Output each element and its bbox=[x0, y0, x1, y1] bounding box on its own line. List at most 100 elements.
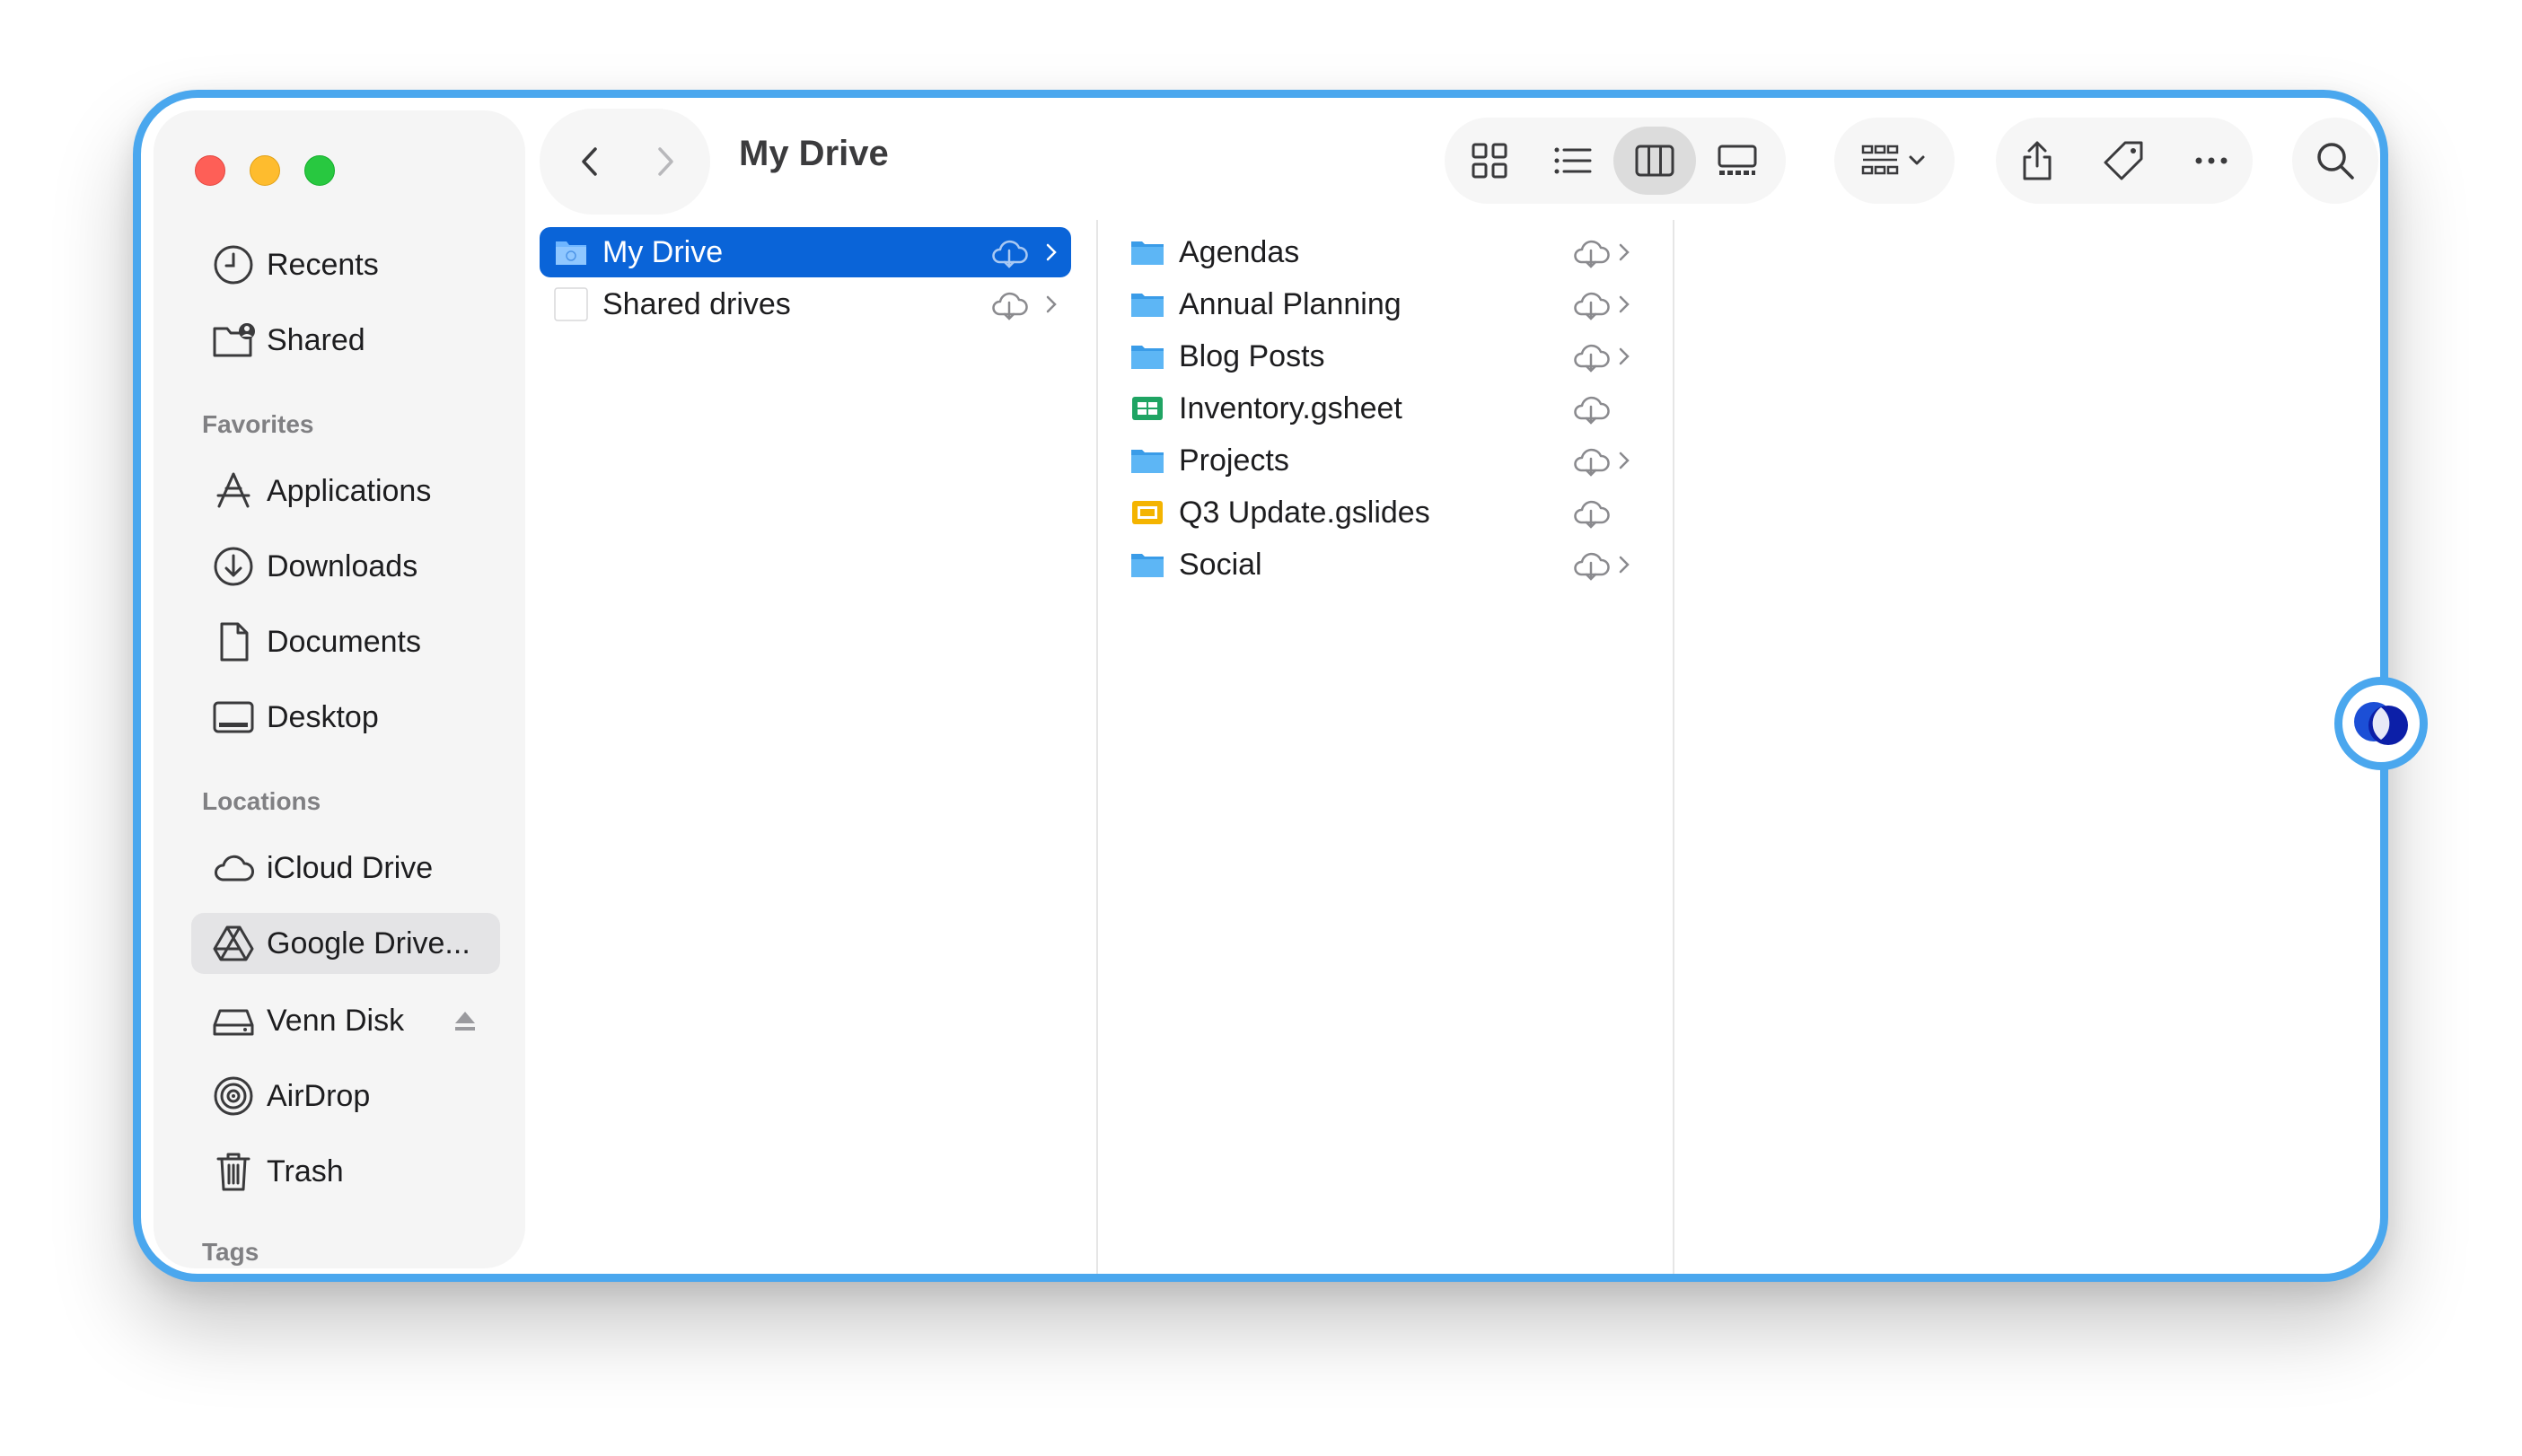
chevron-right-icon bbox=[1615, 291, 1633, 318]
list-item-label: Shared drives bbox=[602, 286, 791, 321]
tags-header: Tags bbox=[202, 1238, 259, 1266]
folder-icon bbox=[1129, 442, 1166, 479]
group-by-menu[interactable] bbox=[1834, 118, 1955, 204]
more-button[interactable] bbox=[2170, 127, 2253, 195]
list-item-label: Inventory.gsheet bbox=[1179, 390, 1402, 425]
list-item-annual-planning[interactable]: Annual Planning bbox=[1116, 279, 1655, 329]
sidebar-item-airdrop[interactable]: AirDrop bbox=[191, 1066, 496, 1127]
search-pill bbox=[2292, 118, 2378, 204]
chevron-right-icon bbox=[1042, 291, 1060, 318]
list-item-blog-posts[interactable]: Blog Posts bbox=[1116, 331, 1655, 382]
google-sheets-icon bbox=[1129, 390, 1166, 427]
chevron-right-icon bbox=[1615, 447, 1633, 474]
cloud-download-icon[interactable] bbox=[1570, 495, 1612, 531]
eject-icon[interactable] bbox=[452, 1007, 479, 1034]
cloud-download-icon[interactable] bbox=[1570, 390, 1612, 426]
sidebar-item-venn-disk[interactable]: Venn Disk bbox=[191, 990, 496, 1051]
window-title: My Drive bbox=[739, 134, 889, 173]
chevron-left-icon bbox=[582, 147, 597, 176]
list-item-label: Social bbox=[1179, 547, 1262, 582]
google-slides-icon bbox=[1129, 494, 1166, 531]
column-divider bbox=[1096, 220, 1098, 1274]
disk-icon bbox=[209, 996, 258, 1045]
back-button[interactable] bbox=[559, 130, 622, 193]
actions-group bbox=[1996, 118, 2253, 204]
list-item-label: My Drive bbox=[602, 234, 724, 269]
chevron-right-icon bbox=[1615, 239, 1633, 266]
sidebar: Recents Shared Favorites Applications Do… bbox=[154, 110, 525, 1268]
list-item-inventory-gsheet[interactable]: Inventory.gsheet bbox=[1116, 383, 1655, 434]
sidebar-item-downloads[interactable]: Downloads bbox=[191, 536, 496, 597]
sidebar-item-label: iCloud Drive bbox=[267, 850, 434, 885]
google-drive-icon bbox=[209, 919, 258, 968]
download-icon bbox=[209, 542, 258, 591]
cloud-download-icon[interactable] bbox=[1570, 234, 1612, 270]
sidebar-item-label: Google Drive... bbox=[267, 925, 470, 960]
cloud-download-icon[interactable] bbox=[1570, 338, 1612, 374]
sidebar-item-icloud-drive[interactable]: iCloud Drive bbox=[191, 838, 496, 899]
forward-button[interactable] bbox=[633, 130, 696, 193]
list-item-agendas[interactable]: Agendas bbox=[1116, 227, 1655, 277]
share-button[interactable] bbox=[1996, 127, 2078, 195]
cloud-download-icon[interactable] bbox=[1570, 547, 1612, 583]
column-view-button[interactable] bbox=[1613, 127, 1696, 195]
share-icon bbox=[2023, 141, 2052, 180]
clock-icon bbox=[209, 241, 258, 289]
folder-icon bbox=[1129, 233, 1166, 271]
sidebar-item-trash[interactable]: Trash bbox=[191, 1141, 496, 1202]
navigation-buttons bbox=[540, 109, 710, 215]
sidebar-item-google-drive[interactable]: Google Drive... bbox=[191, 913, 500, 974]
extension-badge[interactable] bbox=[2334, 677, 2428, 770]
folder-icon bbox=[1129, 338, 1166, 375]
sidebar-item-desktop[interactable]: Desktop bbox=[191, 687, 496, 748]
cloud-icon bbox=[209, 844, 258, 892]
close-window-button[interactable] bbox=[195, 155, 225, 186]
document-icon bbox=[209, 618, 258, 666]
favorites-header: Favorites bbox=[202, 410, 314, 438]
chevron-right-icon bbox=[658, 147, 673, 176]
sidebar-item-shared[interactable]: Shared bbox=[191, 310, 496, 371]
venn-logo-icon bbox=[2354, 702, 2408, 745]
group-by-button[interactable] bbox=[1847, 127, 1946, 195]
sidebar-item-label: Documents bbox=[267, 624, 421, 659]
minimize-window-button[interactable] bbox=[250, 155, 280, 186]
list-view-button[interactable] bbox=[1531, 127, 1613, 195]
sidebar-item-label: Applications bbox=[267, 473, 432, 508]
ellipsis-icon bbox=[2195, 157, 2228, 164]
airdrop-icon bbox=[209, 1072, 258, 1120]
list-item-my-drive[interactable]: My Drive bbox=[540, 227, 1071, 277]
cloud-download-icon[interactable] bbox=[1570, 286, 1612, 322]
shared-folder-icon bbox=[209, 316, 258, 364]
cloud-download-icon[interactable] bbox=[1570, 443, 1612, 478]
cloud-download-icon[interactable] bbox=[989, 286, 1030, 322]
list-item-label: Q3 Update.gslides bbox=[1179, 495, 1430, 530]
search-icon bbox=[2317, 143, 2354, 180]
blank-file-icon bbox=[552, 285, 590, 323]
sidebar-item-recents[interactable]: Recents bbox=[191, 234, 496, 295]
sidebar-item-applications[interactable]: Applications bbox=[191, 460, 496, 522]
search-button[interactable] bbox=[2294, 127, 2377, 195]
list-item-shared-drives[interactable]: Shared drives bbox=[540, 279, 1071, 329]
list-item-label: Blog Posts bbox=[1179, 338, 1325, 373]
group-grid-icon bbox=[1861, 145, 1925, 175]
view-mode-group bbox=[1445, 118, 1786, 204]
sidebar-item-label: Venn Disk bbox=[267, 1003, 405, 1038]
list-item-projects[interactable]: Projects bbox=[1116, 435, 1655, 486]
cloud-download-icon[interactable] bbox=[989, 234, 1030, 270]
sidebar-item-label: Recents bbox=[267, 247, 379, 282]
columns-icon bbox=[1635, 145, 1674, 177]
finder-window: Recents Shared Favorites Applications Do… bbox=[133, 90, 2388, 1282]
list-item-social[interactable]: Social bbox=[1116, 539, 1655, 590]
icon-view-button[interactable] bbox=[1448, 127, 1531, 195]
list-item-q3-update-gslides[interactable]: Q3 Update.gslides bbox=[1116, 487, 1655, 538]
list-icon bbox=[1554, 147, 1592, 174]
sidebar-item-documents[interactable]: Documents bbox=[191, 611, 496, 672]
locations-header: Locations bbox=[202, 787, 321, 815]
zoom-window-button[interactable] bbox=[304, 155, 335, 186]
tag-button[interactable] bbox=[2082, 127, 2165, 195]
sidebar-item-label: Desktop bbox=[267, 699, 379, 734]
list-item-label: Projects bbox=[1179, 443, 1289, 478]
list-item-label: Agendas bbox=[1179, 234, 1300, 269]
tag-icon bbox=[2104, 141, 2143, 180]
gallery-view-button[interactable] bbox=[1696, 127, 1779, 195]
